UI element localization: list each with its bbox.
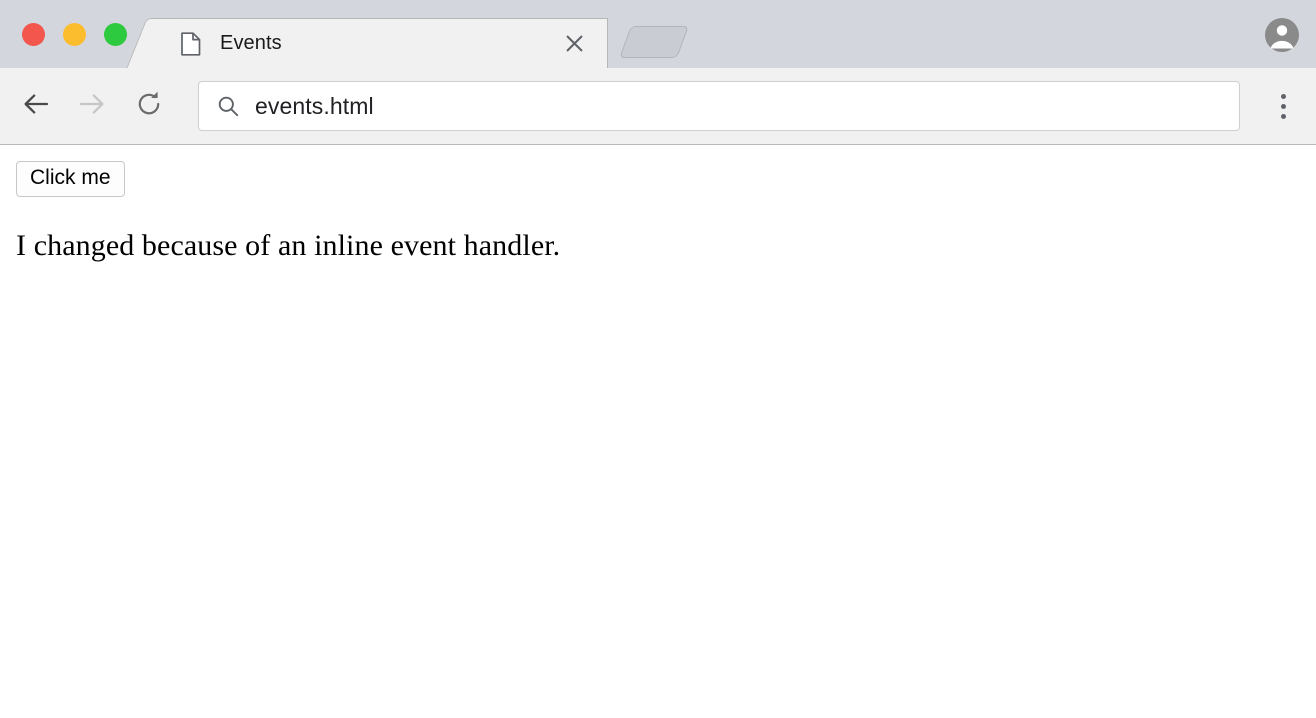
- window-minimize-button[interactable]: [63, 23, 86, 46]
- search-icon: [217, 95, 239, 117]
- menu-dot-2: [1280, 103, 1286, 109]
- more-vertical-icon[interactable]: [1262, 82, 1304, 130]
- page-viewport: Click me I changed because of an inline …: [0, 145, 1316, 718]
- status-paragraph: I changed because of an inline event han…: [16, 229, 561, 262]
- browser-toolbar: events.html: [0, 68, 1316, 145]
- new-tab-button[interactable]: [619, 26, 689, 58]
- forward-button[interactable]: [68, 82, 116, 130]
- tab-events[interactable]: Events: [152, 18, 608, 68]
- menu-dot-1: [1280, 93, 1286, 99]
- arrow-left-icon: [20, 88, 52, 125]
- back-button[interactable]: [12, 82, 60, 130]
- click-me-button[interactable]: Click me: [16, 161, 125, 197]
- menu-dot-3: [1280, 113, 1286, 119]
- reload-icon: [134, 89, 164, 124]
- window-close-button[interactable]: [22, 23, 45, 46]
- window-controls: [22, 23, 127, 46]
- tab-content: Events: [152, 31, 607, 57]
- account-circle-icon[interactable]: [1264, 17, 1300, 53]
- tab-title: Events: [220, 32, 282, 54]
- address-bar[interactable]: events.html: [198, 81, 1240, 131]
- page-content: Click me I changed because of an inline …: [0, 145, 1316, 280]
- window-maximize-button[interactable]: [104, 23, 127, 46]
- document-icon: [180, 31, 202, 56]
- address-bar-text: events.html: [255, 92, 374, 119]
- reload-button[interactable]: [125, 82, 173, 130]
- tab-strip: Events: [0, 0, 1316, 68]
- arrow-right-icon: [76, 88, 108, 125]
- browser-window: Events events.html Click me I changed be…: [0, 0, 1316, 718]
- tab-close-icon[interactable]: [561, 31, 587, 57]
